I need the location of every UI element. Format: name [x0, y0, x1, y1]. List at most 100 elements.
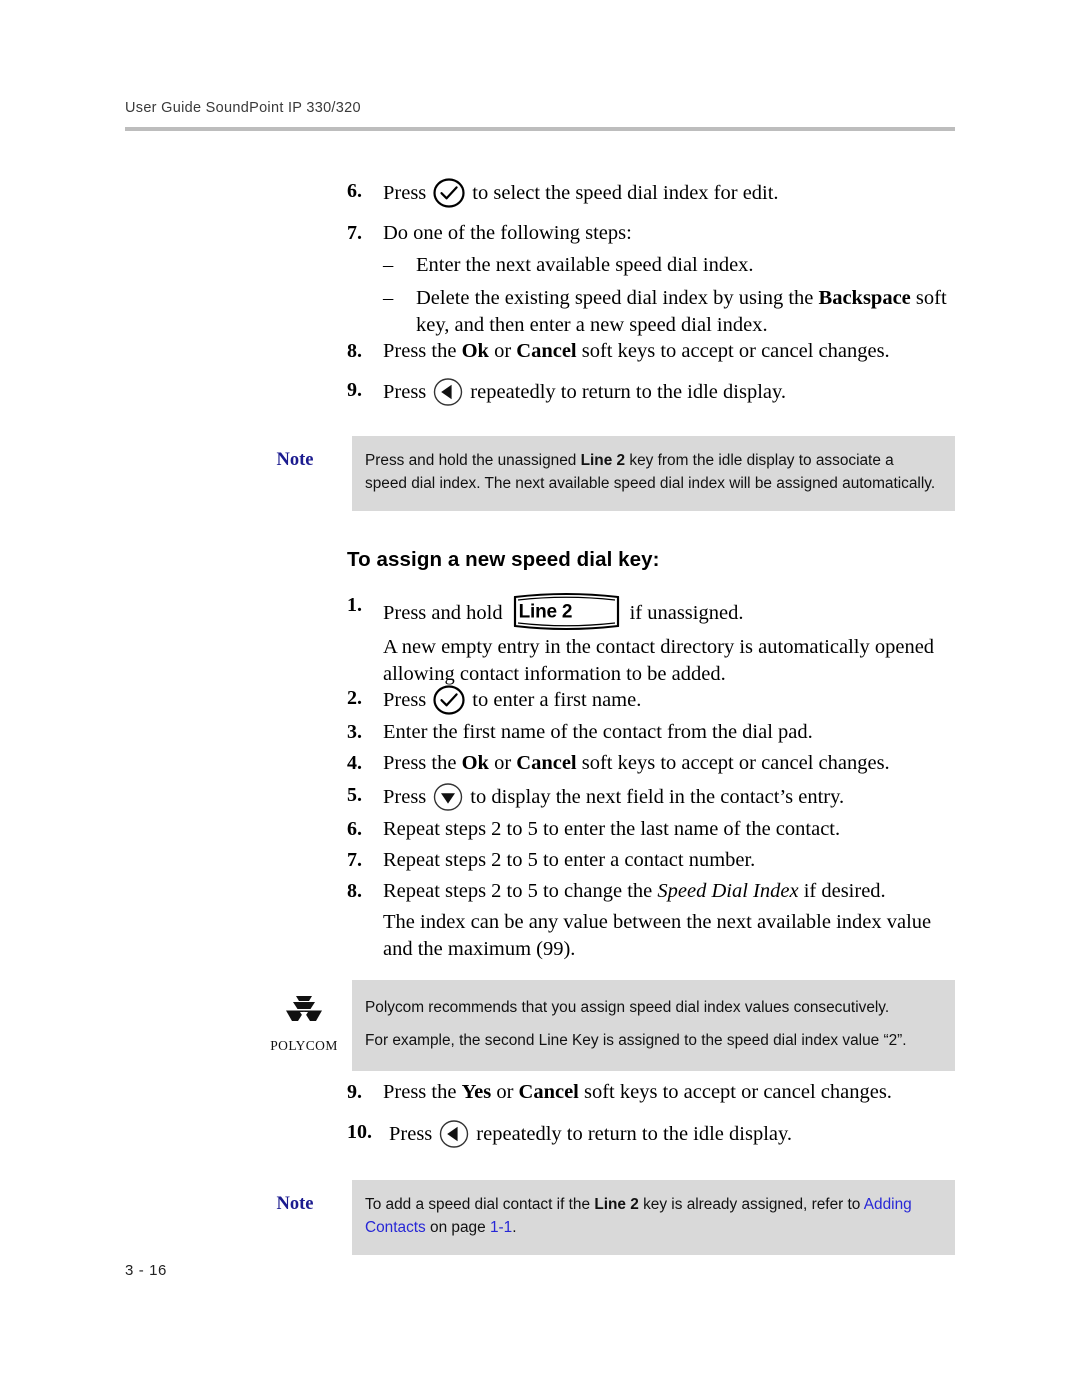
page-header: User Guide SoundPoint IP 330/320	[125, 100, 955, 131]
note-text-part1: Press and hold the unassigned	[365, 452, 581, 469]
step-text: Press to enter a first name.	[383, 685, 967, 715]
step-text: Press to select the speed dial index for …	[383, 178, 967, 208]
step-text-post: to enter a first name.	[472, 689, 642, 711]
step-text: Repeat steps 2 to 5 to enter a contact n…	[383, 849, 756, 871]
step-number: 1.	[347, 594, 362, 616]
note-text-part1: To add a speed dial contact if the	[365, 1196, 595, 1213]
soft-key-ok: Ok	[461, 752, 489, 774]
step-text-post: if unassigned.	[629, 602, 744, 624]
step-number: 9.	[347, 1081, 362, 1103]
field-name-speed-dial-index: Speed Dial Index	[657, 880, 799, 902]
step-9-end: 9. Press the Yes or Cancel soft keys to …	[347, 1079, 967, 1106]
cross-reference-page-number[interactable]: 1-1	[490, 1219, 512, 1236]
tip-body: Polycom recommends that you assign speed…	[352, 980, 955, 1071]
checkmark-circle-icon[interactable]	[432, 685, 466, 715]
soft-key-cancel: Cancel	[516, 752, 577, 774]
step-number: 2.	[347, 687, 362, 709]
polycom-logo: POLYCOM	[261, 994, 347, 1054]
step-text-part3: soft keys to accept or cancel changes.	[576, 340, 890, 362]
line-key-name: Line 2	[580, 452, 626, 469]
dash-bullet: –	[383, 254, 394, 276]
step-text: Enter the first name of the contact from…	[383, 721, 813, 743]
step-number: 7.	[347, 849, 362, 871]
checkmark-circle-icon[interactable]	[432, 178, 466, 208]
soft-key-yes: Yes	[461, 1081, 492, 1103]
step-4-main: 4. Press the Ok or Cancel soft keys to a…	[347, 750, 967, 777]
step-text-part1: Press the	[383, 752, 462, 774]
step-text-pre: Press	[383, 786, 427, 808]
soft-key-cancel: Cancel	[516, 340, 577, 362]
step-text-part3: soft keys to accept or cancel changes.	[576, 752, 890, 774]
tip-line-1: Polycom recommends that you assign speed…	[365, 999, 890, 1016]
left-arrow-circle-icon[interactable]	[432, 377, 464, 407]
step-text-post: to select the speed dial index for edit.	[472, 182, 779, 204]
step-text: Press to display the next field in the co…	[383, 782, 967, 812]
step-text-part3: soft keys to accept or cancel changes.	[578, 1081, 892, 1103]
line-2-key-label: Line 2	[518, 600, 573, 622]
step-text: Press and hold Line 2 if unassigned.	[383, 592, 967, 631]
soft-key-name: Backspace	[818, 287, 911, 309]
section-heading: To assign a new speed dial key:	[347, 548, 660, 571]
step-10-end: 10. Press repeatedly to return to the idl…	[347, 1119, 967, 1149]
step-text: Press repeatedly to return to the idle di…	[389, 1119, 967, 1149]
note-text-part2: key is already assigned, refer to	[638, 1196, 864, 1213]
step-text-part1: Press the	[383, 340, 462, 362]
step-2-main: 2. Press to enter a first name.	[347, 685, 967, 715]
sub-item-1: – Enter the next available speed dial in…	[383, 252, 963, 279]
running-head: User Guide SoundPoint IP 330/320	[125, 100, 361, 116]
step-number: 4.	[347, 752, 362, 774]
step-text-part2: or	[488, 752, 517, 774]
step-text-post: to display the next field in the contact…	[470, 786, 845, 808]
step-text-pre: Press	[383, 689, 427, 711]
note-text-part3: on page	[425, 1219, 490, 1237]
step-number: 3.	[347, 721, 362, 743]
step-text-part1: Press the	[383, 1081, 462, 1103]
down-arrow-circle-icon[interactable]	[432, 782, 464, 812]
step-number: 5.	[347, 784, 362, 806]
sub-item-2: – Delete the existing speed dial index b…	[383, 285, 963, 340]
step-text-pre: Press	[389, 1123, 433, 1145]
step-3-main: 3. Enter the first name of the contact f…	[347, 719, 967, 746]
step-7-main: 7. Repeat steps 2 to 5 to enter a contac…	[347, 847, 967, 874]
step-7-top: 7. Do one of the following steps:	[347, 220, 967, 247]
note-label: Note	[276, 1194, 314, 1214]
header-rule	[125, 127, 955, 131]
step-1-note-paragraph: A new empty entry in the contact directo…	[383, 636, 935, 686]
line-2-key-graphic[interactable]: Line 2	[510, 592, 623, 631]
note-text-part4: .	[512, 1219, 517, 1237]
step-8-note-paragraph: The index can be any value between the n…	[383, 911, 932, 961]
step-number: 8.	[347, 340, 362, 362]
step-text: Do one of the following steps:	[383, 222, 632, 244]
sub-item-text: Delete the existing speed dial index by …	[416, 285, 963, 340]
line-key-name: Line 2	[594, 1196, 639, 1213]
step-number: 6.	[347, 180, 362, 202]
step-text-pre: Press	[383, 182, 427, 204]
note-body: Press and hold the unassigned Line 2 key…	[352, 436, 955, 511]
step-6-main: 6. Repeat steps 2 to 5 to enter the last…	[347, 816, 967, 843]
step-8-top: 8. Press the Ok or Cancel soft keys to a…	[347, 338, 967, 365]
step-number: 7.	[347, 222, 362, 244]
step-number: 10.	[347, 1121, 372, 1143]
polycom-wordmark: POLYCOM	[270, 1038, 338, 1053]
left-arrow-circle-icon[interactable]	[438, 1119, 470, 1149]
sub-item-text: Enter the next available speed dial inde…	[416, 254, 754, 276]
tip-line-2: For example, the second Line Key is assi…	[365, 1032, 907, 1050]
soft-key-cancel: Cancel	[518, 1081, 579, 1103]
step-1-main: 1. Press and hold Line 2 if unassigned.	[347, 592, 967, 631]
step-text: Repeat steps 2 to 5 to change the Speed …	[383, 878, 967, 905]
step-text-post: repeatedly to return to the idle display…	[470, 381, 787, 403]
step-text: Press repeatedly to return to the idle di…	[383, 377, 967, 407]
dash-bullet: –	[383, 287, 394, 309]
page-footer: 3 - 16	[125, 1262, 167, 1279]
step-text-part2: or	[488, 340, 517, 362]
step-number: 9.	[347, 379, 362, 401]
step-number: 8.	[347, 880, 362, 902]
soft-key-ok: Ok	[461, 340, 489, 362]
step-text: Press the Ok or Cancel soft keys to acce…	[383, 750, 967, 777]
step-text-pre: Press	[383, 381, 427, 403]
step-text-pre: Press and hold	[383, 602, 503, 624]
polycom-logo-mark	[286, 996, 322, 1021]
step-8-main: 8. Repeat steps 2 to 5 to change the Spe…	[347, 878, 967, 905]
step-text-post: repeatedly to return to the idle display…	[476, 1123, 793, 1145]
step-5-main: 5. Press to display the next field in the…	[347, 782, 967, 812]
